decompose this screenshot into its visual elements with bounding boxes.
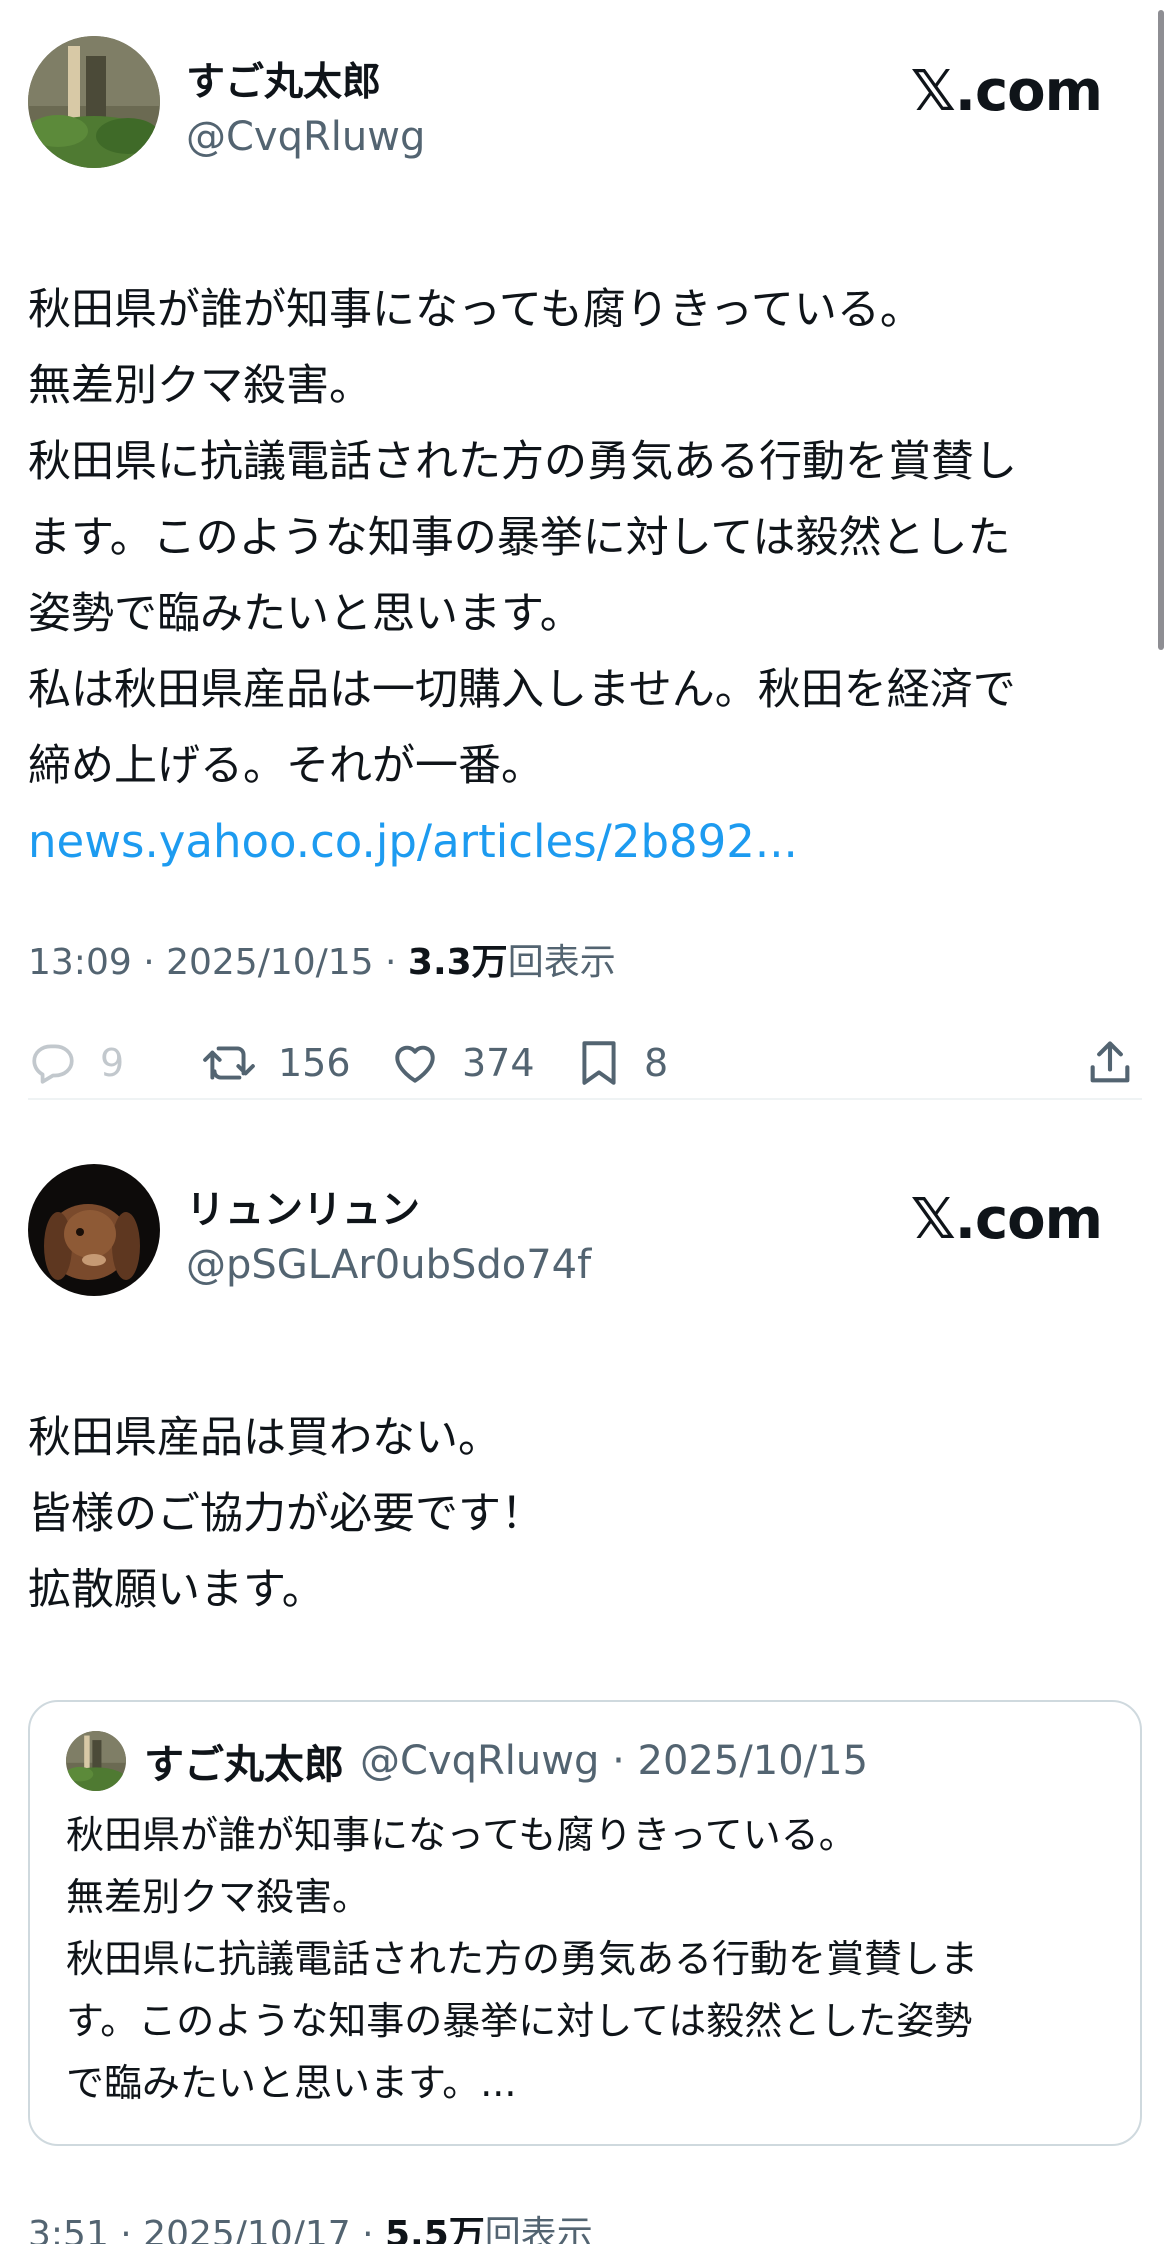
view-count: 5.5万 [385, 2214, 485, 2244]
bookmark-count: 8 [644, 1041, 669, 1085]
tweet-line: 皆様のご協力が必要です！ [28, 1489, 544, 1539]
tweet-line: 秋田県産品は買わない。 [28, 1413, 501, 1463]
tweet-2[interactable]: リュンリュン @pSGLAr0ubSdo74f 𝕏.com 秋田県産品は買わない… [28, 1164, 1142, 2244]
tweet-meta: 3:51 · 2025/10/17 · 5.5万回表示 [28, 2210, 1142, 2244]
tweet-1[interactable]: すご丸太郎 @CvqRluwg 𝕏.com 秋田県が誰が知事になっても腐りきって… [28, 36, 1142, 1098]
username[interactable]: @CvqRluwg [186, 110, 425, 164]
share-icon [1090, 1041, 1130, 1083]
tweet-header: リュンリュン @pSGLAr0ubSdo74f 𝕏.com [28, 1164, 1142, 1304]
bookmark-icon [582, 1041, 616, 1085]
view-label: 回表示 [507, 942, 616, 983]
x-logo: 𝕏.com [910, 59, 1103, 124]
tweet-line: 秋田県に抗議電話された方の勇気ある行動を賞賛し [28, 437, 1017, 487]
display-name[interactable]: リュンリュン [186, 1184, 591, 1238]
avatar-photo [28, 36, 160, 168]
username[interactable]: @pSGLAr0ubSdo74f [186, 1238, 591, 1292]
tweet-text: 秋田県産品は買わない。 皆様のご協力が必要です！ 拡散願います。 [28, 1400, 1142, 1628]
share-button[interactable] [1084, 1028, 1136, 1098]
tweet-meta: 13:09 · 2025/10/15 · 3.3万回表示 [28, 938, 1142, 988]
avatar[interactable] [28, 36, 160, 168]
quoted-tweet-header: すご丸太郎 @CvqRluwg · 2025/10/15 [66, 1726, 1104, 1796]
view-count: 3.3万 [407, 942, 508, 983]
timestamp[interactable]: 13:09 · 2025/10/15 · [28, 942, 408, 983]
reply-button[interactable]: 9 [28, 1028, 124, 1098]
reply-icon [32, 1044, 74, 1084]
divider [28, 1098, 1142, 1100]
display-name[interactable]: すご丸太郎 [186, 56, 425, 110]
tweet-line: 無差別クマ殺害。 [28, 361, 372, 411]
tweet-line: 拡散願います。 [28, 1565, 325, 1615]
avatar-photo [66, 1731, 126, 1791]
repost-button[interactable]: 156 [202, 1028, 351, 1098]
avatar[interactable] [28, 1164, 160, 1296]
quoted-meta: @CvqRluwg · 2025/10/15 [360, 1738, 869, 1784]
heart-icon [395, 1045, 435, 1083]
x-logo: 𝕏.com [910, 1187, 1103, 1252]
scrollbar[interactable] [1158, 10, 1164, 650]
view-label: 回表示 [484, 2214, 593, 2244]
quoted-text: 秋田県が誰が知事になっても腐りきっている。 無差別クマ殺害。 秋田県に抗議電話さ… [66, 1813, 979, 2105]
tweet-line: ます。このような知事の暴挙に対しては毅然とした [28, 513, 1011, 563]
repost-count: 156 [278, 1041, 351, 1085]
avatar-photo [28, 1164, 160, 1296]
tweet-text: 秋田県が誰が知事になっても腐りきっている。 無差別クマ殺害。 秋田県に抗議電話さ… [28, 272, 1142, 880]
bookmark-button[interactable]: 8 [576, 1028, 668, 1098]
quoted-tweet[interactable]: すご丸太郎 @CvqRluwg · 2025/10/15 秋田県が誰が知事になっ… [28, 1700, 1142, 2146]
article-link[interactable]: news.yahoo.co.jp/articles/2b892... [28, 804, 1142, 880]
quoted-display-name: すご丸太郎 [144, 1742, 344, 1788]
like-count: 374 [462, 1041, 535, 1085]
quoted-avatar [66, 1731, 126, 1791]
tweet-header: すご丸太郎 @CvqRluwg 𝕏.com [28, 36, 1142, 176]
reply-count: 9 [100, 1041, 125, 1085]
action-bar: 9 156 374 8 [28, 1028, 1142, 1098]
tweet-line: 私は秋田県産品は一切購入しません。秋田を経済で [28, 665, 1016, 715]
timestamp[interactable]: 3:51 · 2025/10/17 · [28, 2214, 385, 2244]
repost-icon [203, 1046, 255, 1080]
tweet-line: 締め上げる。それが一番。 [28, 741, 544, 791]
tweet-line: 姿勢で臨みたいと思います。 [28, 589, 583, 639]
tweet-line: 秋田県が誰が知事になっても腐りきっている。 [28, 285, 923, 335]
like-button[interactable]: 374 [390, 1028, 535, 1098]
